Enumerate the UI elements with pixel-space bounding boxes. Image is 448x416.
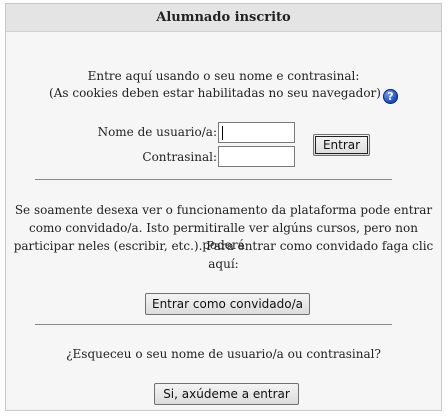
- help-icon[interactable]: ?: [382, 89, 398, 104]
- divider: [35, 324, 392, 325]
- guest-login-button[interactable]: Entrar como convidado/a: [145, 293, 310, 315]
- forgot-password-button[interactable]: Si, axúdeme a entrar: [154, 383, 299, 405]
- guest-text-line3: participar neles (escribir, etc.). Para …: [13, 239, 434, 253]
- password-field[interactable]: [218, 146, 295, 167]
- login-intro-line2-row: (As cookies deben estar habilitadas no s…: [6, 85, 441, 104]
- guest-text-line1: Se soamente desexa ver o funcionamento d…: [14, 203, 433, 217]
- panel-title: Alumnado inscrito: [6, 4, 441, 32]
- password-label: Contrasinal:: [142, 150, 217, 164]
- username-field[interactable]: [218, 122, 295, 143]
- login-submit-button[interactable]: Entrar: [313, 134, 370, 156]
- guest-text-line4: aquí:: [208, 257, 239, 271]
- text-caret: [222, 126, 223, 140]
- divider: [35, 179, 392, 180]
- username-label: Nome de usuario/a:: [97, 125, 217, 139]
- login-intro-line2: (As cookies deben estar habilitadas no s…: [49, 86, 381, 100]
- forgot-question: ¿Esqueceu o seu nome de usuario/a ou con…: [66, 347, 381, 361]
- login-panel: Alumnado inscrito Entre aquí usando o se…: [5, 3, 442, 411]
- login-intro-line1: Entre aquí usando o seu nome e contrasin…: [87, 69, 360, 83]
